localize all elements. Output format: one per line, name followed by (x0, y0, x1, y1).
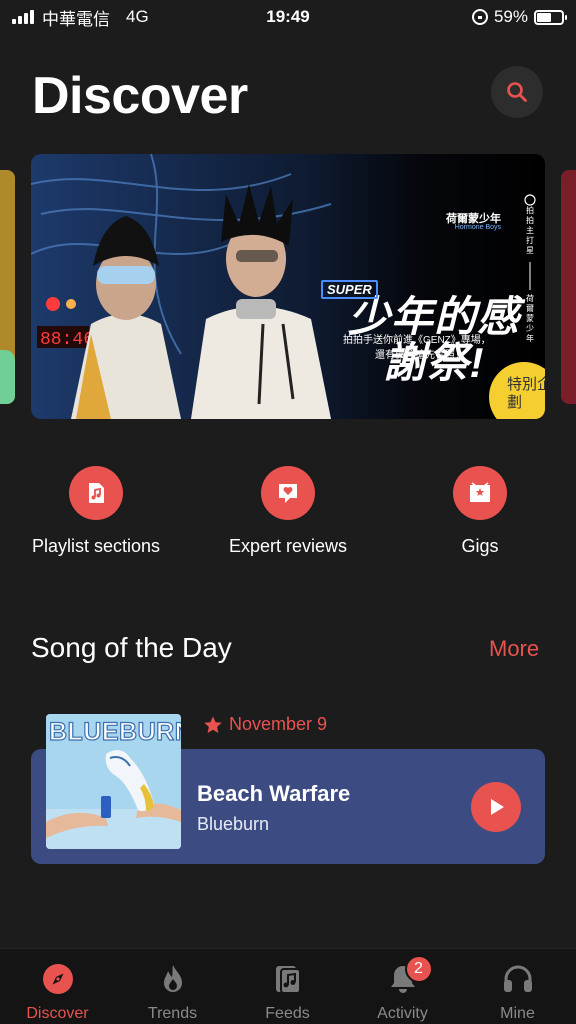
carrier-name: 中華電信 (42, 9, 110, 29)
battery-percent: 59% (493, 7, 528, 26)
star-icon (204, 716, 222, 733)
album-cover[interactable]: BLUEBURN (46, 714, 181, 849)
tab-icon (500, 961, 536, 997)
feeds-icon (275, 966, 301, 994)
tab-mine[interactable]: Mine (460, 961, 575, 1023)
tab-trends[interactable]: Trends (115, 961, 230, 1023)
tab-label: Trends (147, 1005, 198, 1022)
tab-label: Mine (500, 1005, 535, 1022)
banner-vertical-text-1: 拍拍主打星 (526, 206, 534, 255)
battery-fill (537, 12, 552, 22)
shortcut-label: Expert reviews (228, 536, 348, 556)
prev-banner-accent (0, 350, 15, 404)
banner-subtitle-1: 拍拍手送你前進《GENZ》專場， (343, 335, 491, 346)
playlist-icon (89, 483, 104, 503)
tab-label: Discover (26, 1005, 89, 1022)
tab-activity[interactable]: 2 Activity (345, 955, 460, 1023)
play-icon (491, 799, 504, 815)
compass-icon (42, 964, 73, 994)
featured-banner[interactable]: 88:46 荷爾蒙少年 Hormone Boys 少年的感謝祭! SUPER 拍… (31, 154, 545, 419)
review-heart-icon (279, 484, 297, 503)
tab-discover[interactable]: Discover (0, 961, 115, 1023)
search-button[interactable] (491, 66, 543, 118)
tab-icon (40, 961, 76, 997)
network-type: 4G (126, 7, 149, 26)
battery-icon (534, 9, 567, 25)
gigs-stage-icon (470, 482, 490, 502)
signal-icon (12, 10, 34, 24)
banner-vertical-text-2: 荷爾蒙少年 (526, 294, 534, 343)
status-right: 59% (471, 7, 567, 27)
tab-icon (270, 961, 306, 997)
tab-label: Feeds (265, 1005, 310, 1022)
shortcut-label: Playlist sections (31, 536, 161, 556)
banner-brand-en: Hormone Boys (454, 224, 501, 231)
rotation-lock-icon (471, 9, 488, 25)
svg-text:88:46: 88:46 (40, 330, 94, 350)
shortcut-icon-circle (69, 466, 123, 520)
tab-feeds[interactable]: Feeds (230, 961, 345, 1023)
banner-super-tag: SUPER (321, 280, 378, 299)
section-title-song-of-the-day: Song of the Day (31, 632, 232, 663)
song-artist: Blueburn (197, 814, 270, 834)
shortcut-label: Gigs (461, 536, 499, 556)
tab-label: Activity (377, 1005, 428, 1022)
song-title: Beach Warfare (197, 781, 351, 806)
status-bar: 中華電信 4G 19:49 59% (0, 0, 576, 34)
album-cover-title: BLUEBURN (48, 717, 181, 746)
carousel-prev-banner[interactable] (0, 170, 15, 404)
search-icon (507, 82, 527, 102)
status-left: 中華電信 4G (12, 5, 149, 30)
headphones-icon (503, 965, 532, 992)
banner-subtitle-2: 還有機會搶先合照！ (375, 350, 465, 361)
play-button[interactable] (471, 782, 521, 832)
tab-bar: Discover Trends Feeds 2 Activity Mine (0, 948, 576, 1024)
shortcut-expert-reviews[interactable]: Expert reviews (200, 466, 376, 557)
tab-icon: 2 (385, 955, 433, 997)
song-date-text: November 9 (229, 714, 328, 734)
activity-badge: 2 (404, 955, 433, 983)
song-date: November 9 (203, 714, 327, 735)
carousel-next-banner[interactable] (561, 170, 576, 404)
shortcut-playlist-sections[interactable]: Playlist sections (8, 466, 184, 557)
shortcut-icon-circle (453, 466, 507, 520)
tab-icon (155, 961, 191, 997)
more-link[interactable]: More (489, 636, 539, 662)
shortcut-icon-circle (261, 466, 315, 520)
flame-icon (163, 965, 182, 992)
page-title: Discover (32, 67, 248, 125)
shortcut-gigs[interactable]: Gigs (392, 466, 568, 557)
